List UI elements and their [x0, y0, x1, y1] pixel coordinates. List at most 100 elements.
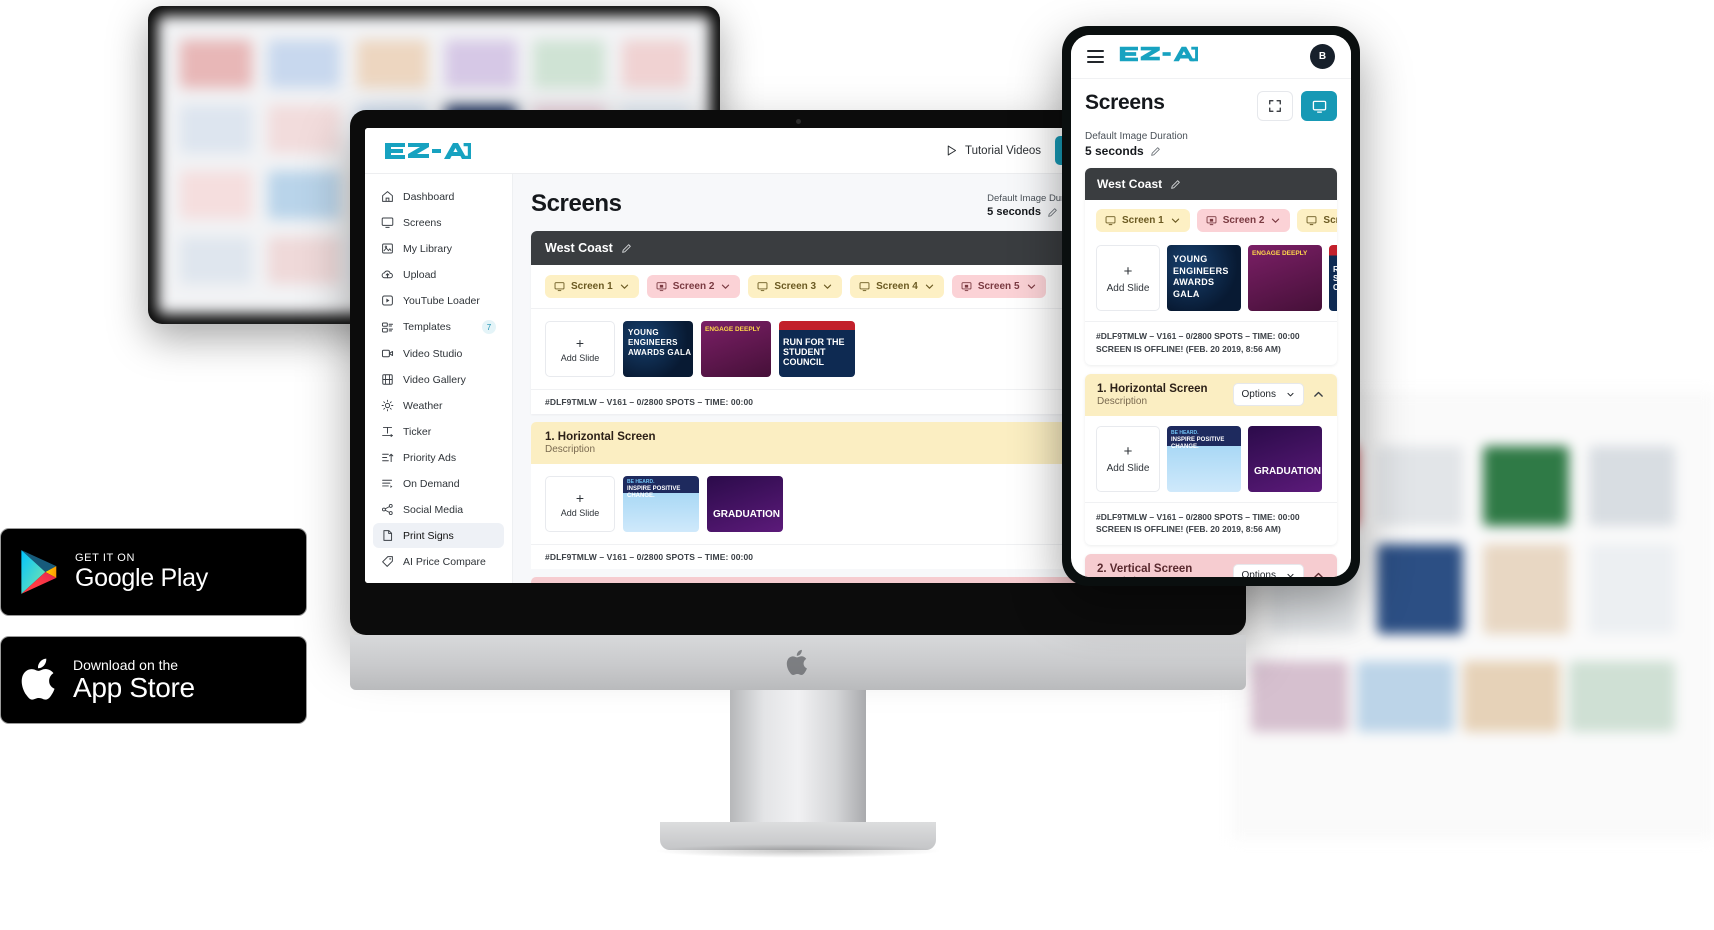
screen-chip-2[interactable]: Screen 2 — [646, 275, 741, 298]
chip-label: Screen 2 — [672, 281, 715, 292]
sidebar-label: AI Price Compare — [403, 555, 486, 568]
chip-label: Screen 3 — [1323, 215, 1337, 226]
sidebar-item-screens[interactable]: Screens — [373, 210, 504, 235]
share-icon — [382, 504, 393, 515]
templates-badge: 7 — [482, 320, 496, 334]
screen-chip-3[interactable]: Screen 3 — [1297, 209, 1337, 232]
sidebar-item-youtube-loader[interactable]: YouTube Loader — [373, 288, 504, 313]
sidebar-item-ticker[interactable]: Ticker — [373, 419, 504, 444]
tutorial-videos-button[interactable]: Tutorial Videos — [945, 144, 1041, 157]
chip-label: Screen 5 — [977, 281, 1020, 292]
slide-thumbnail[interactable]: BE HEARD. INSPIRE POSITIVE CHANGE. — [1167, 425, 1241, 492]
slide-title: ENGAGE DEEPLY — [705, 326, 761, 333]
sidebar-item-dashboard[interactable]: Dashboard — [373, 184, 504, 209]
add-slide-button[interactable]: + Add Slide — [1096, 425, 1160, 492]
badge-small-label: Download on the — [73, 656, 179, 673]
chevron-down-icon — [925, 284, 933, 289]
page-title: Screens — [1085, 91, 1165, 114]
options-button[interactable]: Options — [1232, 563, 1304, 577]
sun-icon — [381, 399, 394, 412]
fullscreen-button[interactable] — [1257, 91, 1293, 121]
slide-title: RUN FOR THE STUDENT COUNCIL — [783, 337, 845, 367]
screen-chip-3[interactable]: Screen 3 — [748, 275, 843, 298]
sidebar-label: Templates — [403, 321, 451, 333]
tutorial-videos-label: Tutorial Videos — [964, 144, 1042, 157]
rss-icon — [383, 582, 384, 583]
sidebar-item-on-demand[interactable]: On Demand — [373, 471, 504, 496]
screen-chip-1[interactable]: Screen 1 — [1096, 209, 1190, 232]
slide-thumbnail[interactable]: YOUNG ENGINEERS AWARDS GALA — [623, 321, 693, 377]
badge-small-label: GET IT ON — [75, 552, 136, 565]
slide-kicker: BE HEARD. — [1171, 429, 1199, 436]
slide-thumbnail[interactable]: RUN FOR THE STUDENT COUNCIL — [779, 321, 855, 377]
display-mode-button[interactable] — [1301, 91, 1337, 121]
slide-thumbnail[interactable]: RUN FOR THE STUDENT COUNCIL — [1329, 245, 1337, 311]
mobile-app-window: B Screens Default Image Duration 5 secon… — [1071, 35, 1351, 577]
section-header-vertical[interactable]: 2. Vertical Screen Description Options — [1085, 554, 1337, 577]
duration-value: 5 seconds — [987, 206, 1041, 218]
sidebar-item-ai-price-compare[interactable]: AI Price Compare — [373, 549, 504, 574]
sidebar-item-social-media[interactable]: Social Media — [373, 497, 504, 522]
sidebar-item-priority-ads[interactable]: Priority Ads — [373, 445, 504, 470]
slide-thumbnail[interactable]: ENGAGE DEEPLY — [701, 321, 771, 377]
mobile-header-row: Screens — [1085, 91, 1337, 121]
edit-pencil-icon[interactable] — [621, 243, 632, 254]
edit-pencil-icon[interactable] — [1047, 207, 1058, 218]
ezad-logo[interactable] — [383, 140, 471, 162]
monitor-icon — [381, 217, 394, 228]
sidebar-item-print-signs[interactable]: Print Signs — [373, 523, 504, 548]
edit-pencil-icon[interactable] — [1170, 179, 1181, 190]
screen-chip-row: Screen 1 Screen 2 Screen 3 — [1085, 200, 1337, 241]
slide-thumbnail[interactable]: GRADUATION — [1248, 425, 1322, 492]
sidebar-item-weather[interactable]: Weather — [373, 393, 504, 418]
options-button[interactable]: Options — [1232, 383, 1304, 406]
add-slide-button[interactable]: + Add Slide — [545, 321, 615, 377]
screen-chip-1[interactable]: Screen 1 — [545, 275, 639, 298]
mobile-body: Screens Default Image Duration 5 seconds — [1071, 79, 1351, 577]
screen-chip-2[interactable]: Screen 2 — [1196, 209, 1291, 232]
chevron-up-icon[interactable] — [1312, 388, 1325, 401]
monitor-icon — [757, 282, 768, 292]
plus-icon: + — [575, 334, 585, 351]
slide-title: INSPIRE POSITIVE CHANGE. — [627, 486, 681, 499]
sidebar-label: Video Gallery — [403, 373, 466, 386]
home-icon — [382, 191, 393, 202]
screen-chip-4[interactable]: Screen 4 — [850, 275, 944, 298]
sidebar-item-templates[interactable]: Templates 7 — [373, 314, 504, 340]
sidebar-label: Screens — [403, 216, 442, 229]
slide-thumbnail[interactable]: YOUNG ENGINEERS AWARDS GALA — [1167, 245, 1241, 311]
sidebar-item-my-library[interactable]: My Library — [373, 236, 504, 261]
screen-chip-5[interactable]: Screen 5 — [951, 275, 1046, 298]
sidebar-item-newsfeed[interactable]: Newsfeed — [373, 575, 504, 583]
screen-group-header: West Coast — [1085, 168, 1337, 200]
plus-icon: + — [1123, 443, 1133, 460]
add-slide-button[interactable]: + Add Slide — [1096, 245, 1160, 311]
sidebar-item-upload[interactable]: Upload — [373, 262, 504, 287]
add-slide-label: Add Slide — [1106, 282, 1150, 294]
add-slide-button[interactable]: + Add Slide — [545, 476, 615, 532]
slide-title: ENGAGE DEEPLY — [1252, 250, 1308, 257]
chevron-up-icon[interactable] — [1312, 569, 1325, 578]
sidebar-label: Weather — [403, 399, 443, 412]
app-store-badge[interactable]: Download on the App Store — [0, 636, 307, 724]
sidebar-label: Upload — [403, 268, 437, 281]
hamburger-menu-icon[interactable] — [1087, 50, 1104, 63]
chip-label: Screen 1 — [1122, 215, 1164, 226]
monitor-icon — [1105, 216, 1116, 226]
google-play-badge[interactable]: GET IT ON Google Play — [0, 528, 307, 616]
slide-thumbnail[interactable]: GRADUATION — [707, 476, 783, 532]
avatar[interactable]: B — [1310, 44, 1335, 69]
sidebar-item-video-gallery[interactable]: Video Gallery — [373, 367, 504, 392]
imac-stand-neck — [730, 690, 866, 832]
section-header-horizontal[interactable]: 1. Horizontal Screen Description Options — [1085, 373, 1337, 416]
slide-thumbnail[interactable]: BE HEARD. INSPIRE POSITIVE CHANGE. — [623, 476, 699, 532]
mobile-section-vertical: 2. Vertical Screen Description Options — [1085, 554, 1337, 577]
edit-pencil-icon[interactable] — [1150, 146, 1161, 157]
options-label: Options — [1241, 389, 1276, 400]
badge-big-label: App Store — [73, 671, 195, 703]
slide-thumbnail[interactable]: ENGAGE DEEPLY — [1248, 245, 1322, 311]
sidebar-item-video-studio[interactable]: Video Studio — [373, 341, 504, 366]
screen-group-name: West Coast — [1097, 177, 1163, 191]
slide-row: + Add Slide BE HEARD. INSPIRE POSITIVE C… — [1085, 416, 1337, 502]
ezad-logo[interactable] — [1118, 44, 1198, 69]
